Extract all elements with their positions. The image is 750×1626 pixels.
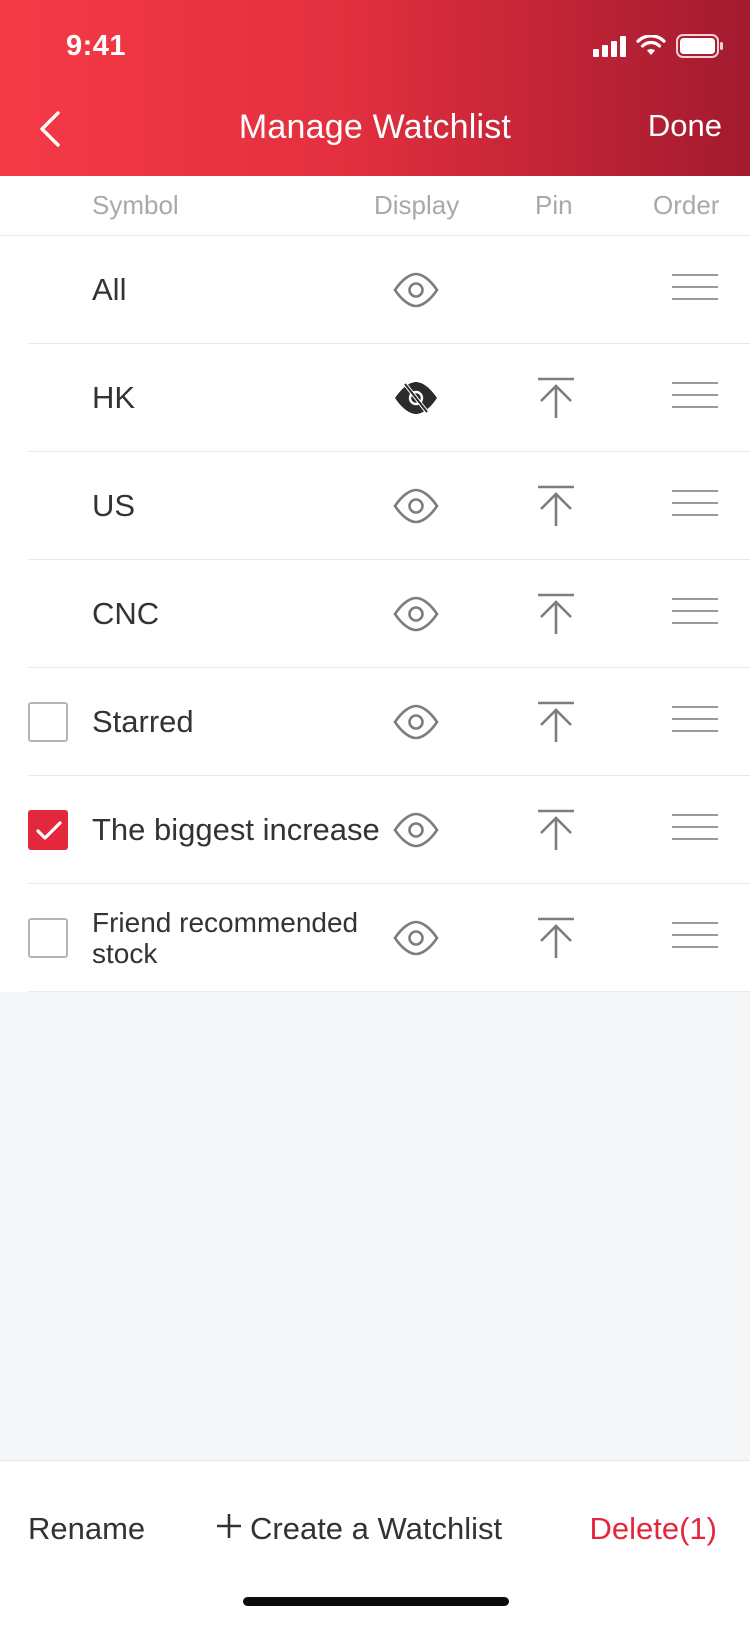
watchlist-name: Starred	[92, 704, 194, 739]
drag-handle-icon[interactable]	[672, 382, 718, 412]
column-header: Symbol Display Pin Order	[0, 176, 750, 236]
watchlist-rows: All HK US CNC Starred The biggest increase Fri…	[0, 236, 750, 992]
create-watchlist-button[interactable]: Create a Watchlist	[216, 1511, 502, 1547]
status-icons	[593, 33, 724, 59]
pin-to-top-icon[interactable]	[536, 376, 576, 420]
page-title: Manage Watchlist	[238, 108, 512, 146]
watchlist-name: CNC	[92, 596, 160, 631]
column-symbol: Symbol	[92, 190, 179, 220]
column-display: Display	[374, 190, 460, 220]
eye-icon[interactable]	[392, 484, 440, 528]
pin-to-top-icon[interactable]	[536, 808, 576, 852]
watchlist-row: Starred	[28, 668, 750, 776]
eye-icon[interactable]	[392, 268, 440, 312]
pin-to-top-icon[interactable]	[536, 592, 576, 636]
eye-icon[interactable]	[392, 592, 440, 636]
eye-icon[interactable]	[392, 808, 440, 852]
column-order: Order	[653, 190, 720, 220]
wifi-icon	[636, 35, 666, 57]
pin-to-top-icon[interactable]	[536, 916, 576, 960]
drag-handle-icon[interactable]	[672, 274, 718, 304]
eye-slash-icon[interactable]	[392, 376, 440, 420]
navigation-header: 9:41 Manage Watchlist Done	[0, 0, 750, 176]
watchlist-row: HK	[28, 344, 750, 452]
watchlist-row: CNC	[28, 560, 750, 668]
row-checkbox[interactable]	[28, 918, 68, 958]
done-button[interactable]: Done	[648, 108, 722, 144]
status-time: 9:41	[66, 30, 127, 62]
watchlist-name: The biggest increase	[92, 812, 380, 847]
watchlist-row: Friend recommended stock	[28, 884, 750, 992]
drag-handle-icon[interactable]	[672, 598, 718, 628]
create-watchlist-label: Create a Watchlist	[250, 1511, 503, 1546]
delete-button[interactable]: Delete(1)	[590, 1511, 718, 1547]
watchlist-row: The biggest increase	[28, 776, 750, 884]
drag-handle-icon[interactable]	[672, 490, 718, 520]
eye-icon[interactable]	[392, 916, 440, 960]
watchlist-panel: Symbol Display Pin Order All HK US CNC Starr…	[0, 176, 750, 992]
rename-button[interactable]: Rename	[28, 1511, 145, 1547]
watchlist-name: US	[92, 488, 136, 523]
bottom-toolbar: Rename Create a Watchlist Delete(1)	[0, 1460, 750, 1626]
watchlist-name: All	[92, 272, 127, 307]
drag-handle-icon[interactable]	[672, 922, 718, 952]
drag-handle-icon[interactable]	[672, 706, 718, 736]
column-pin: Pin	[535, 190, 573, 220]
drag-handle-icon[interactable]	[672, 814, 718, 844]
watchlist-name: HK	[92, 380, 136, 415]
row-checkbox[interactable]	[28, 702, 68, 742]
battery-icon	[676, 34, 724, 58]
pin-to-top-icon[interactable]	[536, 484, 576, 528]
watchlist-row: All	[28, 236, 750, 344]
pin-to-top-icon[interactable]	[536, 700, 576, 744]
row-checkbox[interactable]	[28, 810, 68, 850]
signal-icon	[593, 35, 626, 57]
plus-icon	[216, 1511, 242, 1547]
eye-icon[interactable]	[392, 700, 440, 744]
watchlist-name: Friend recommended stock	[92, 907, 359, 969]
watchlist-row: US	[28, 452, 750, 560]
home-indicator	[243, 1597, 509, 1606]
